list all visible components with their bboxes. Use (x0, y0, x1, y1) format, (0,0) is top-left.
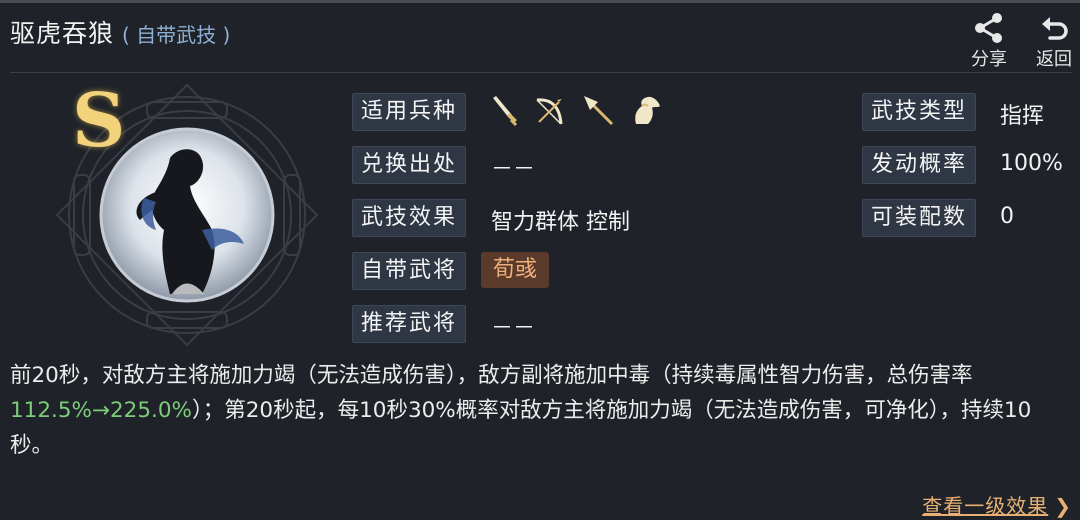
horse-icon (635, 96, 660, 124)
skill-subtitle: ( 自带武技 ) (122, 23, 231, 47)
sword-icon (493, 96, 518, 127)
value-exchange-source: －－ (491, 157, 536, 182)
header-divider (10, 72, 1072, 73)
skill-grade-badge: S (72, 78, 126, 164)
bundled-general-chip[interactable]: 荀彧 (481, 252, 549, 288)
label-troop-types: 适用兵种 (352, 93, 466, 131)
chevron-right-icon: ❯ (1054, 494, 1072, 518)
label-recommended-general: 推荐武将 (352, 305, 466, 343)
share-label: 分享 (971, 49, 1007, 70)
label-exchange-source: 兑换出处 (352, 146, 466, 184)
share-icon (975, 13, 1002, 43)
share-button[interactable]: 分享 (966, 12, 1012, 71)
label-skill-type: 武技类型 (862, 93, 976, 131)
bow-icon (536, 98, 563, 125)
skill-title: 驱虎吞狼 (10, 19, 115, 48)
spear-icon (584, 96, 614, 126)
value-trigger-rate: 100% (1000, 151, 1063, 176)
damage-rate-highlight: 112.5%→225.0% (10, 398, 192, 423)
value-skill-effect: 智力群体 控制 (491, 210, 630, 235)
back-button[interactable]: 返回 (1031, 12, 1077, 71)
label-trigger-rate: 发动概率 (862, 146, 976, 184)
label-equip-count: 可装配数 (862, 199, 976, 237)
value-equip-count: 0 (1000, 204, 1014, 229)
top-border (0, 0, 1080, 3)
value-recommended-general: －－ (491, 316, 536, 341)
back-arrow-icon (1042, 17, 1068, 40)
description-text-1: 前20秒，对敌方主将施加力竭（无法造成伤害），敌方副将施加中毒（持续毒属性智力伤… (10, 363, 973, 388)
label-bundled-general: 自带武将 (352, 252, 466, 290)
value-skill-type: 指挥 (1000, 104, 1045, 129)
label-skill-effect: 武技效果 (352, 199, 466, 237)
back-label: 返回 (1036, 49, 1072, 70)
skill-description: 前20秒，对敌方主将施加力竭（无法造成伤害），敌方副将施加中毒（持续毒属性智力伤… (10, 358, 1072, 463)
title-row: 驱虎吞狼 ( 自带武技 ) (10, 14, 230, 50)
view-level-one-effect-label: 查看一级效果 (922, 494, 1049, 518)
view-level-one-effect-link[interactable]: 查看一级效果 ❯ (922, 490, 1072, 519)
